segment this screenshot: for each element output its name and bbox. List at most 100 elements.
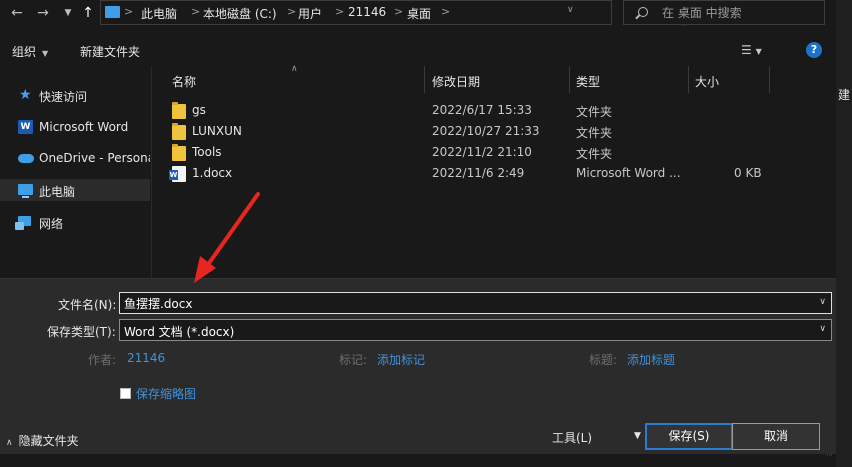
file-date: 2022/11/2 21:10 <box>432 145 532 159</box>
file-row[interactable]: 1.docx 2022/11/6 2:49 Microsoft Word ...… <box>152 163 836 184</box>
organize-label: 组织 <box>12 45 37 59</box>
background-window-text: 建 <box>838 88 851 102</box>
breadcrumb-item[interactable]: 此电脑 <box>141 5 177 22</box>
cancel-button[interactable]: 取消 <box>732 423 820 450</box>
nav-item-label: OneDrive - Persona <box>39 151 150 165</box>
breadcrumb-item[interactable]: 本地磁盘 (C:) <box>203 5 277 22</box>
word-doc-icon <box>169 166 186 182</box>
column-divider[interactable] <box>769 66 770 93</box>
nav-item-label: 此电脑 <box>39 185 76 199</box>
nav-item-this-pc[interactable]: 此电脑 <box>0 179 150 201</box>
window-edge-strip <box>836 0 852 467</box>
save-thumbnail-checkbox[interactable] <box>120 388 131 399</box>
file-row[interactable]: gs 2022/6/17 15:33 文件夹 <box>152 100 836 121</box>
chevron-down-icon: ▼ <box>42 49 49 58</box>
star-icon: ★ <box>19 87 32 103</box>
nav-item-microsoft-word[interactable]: W Microsoft Word <box>0 116 150 138</box>
column-divider[interactable] <box>688 66 689 93</box>
file-name: 1.docx <box>192 166 233 180</box>
breadcrumb-item[interactable]: 21146 <box>348 5 386 19</box>
up-arrow-icon[interactable]: ↑ <box>78 3 98 23</box>
breadcrumb-separator-icon[interactable]: > <box>335 5 344 18</box>
chevron-down-icon[interactable]: ∨ <box>819 297 826 307</box>
author-value[interactable]: 21146 <box>127 351 165 365</box>
breadcrumb-separator-icon[interactable]: > <box>191 5 200 18</box>
add-tags-link[interactable]: 添加标记 <box>377 351 425 368</box>
navigation-pane: ★ 快速访问 W Microsoft Word OneDrive - Perso… <box>0 66 150 278</box>
file-size: 0 KB <box>734 166 762 180</box>
chevron-down-icon: ▼ <box>755 47 762 56</box>
column-header-type[interactable]: 类型 <box>576 73 600 99</box>
word-icon: W <box>18 120 33 134</box>
back-arrow-icon[interactable]: ← <box>7 3 27 23</box>
column-header-size[interactable]: 大小 <box>695 73 719 99</box>
nav-item-onedrive[interactable]: OneDrive - Persona <box>0 147 150 169</box>
file-row[interactable]: Tools 2022/11/2 21:10 文件夹 <box>152 142 836 163</box>
search-input[interactable] <box>662 4 812 22</box>
filename-input[interactable] <box>124 295 804 311</box>
filename-combobox[interactable]: ∨ <box>119 292 832 314</box>
file-type: 文件夹 <box>576 105 613 119</box>
breadcrumb-separator-icon[interactable]: > <box>287 5 296 18</box>
file-type: 文件夹 <box>576 147 613 161</box>
chevron-up-icon: ∧ <box>6 438 13 448</box>
network-icon <box>15 216 31 230</box>
breadcrumb-separator-icon[interactable]: > <box>394 5 403 18</box>
address-bar-row: ← → ▼ ↑ > 此电脑 > 本地磁盘 (C:) > 用户 > 21146 >… <box>0 0 852 27</box>
file-name: gs <box>192 103 206 117</box>
column-header-date[interactable]: 修改日期 <box>432 73 480 99</box>
nav-item-label: Microsoft Word <box>39 120 129 134</box>
address-dropdown-icon[interactable]: ∨ <box>567 5 574 15</box>
author-label: 作者: <box>88 353 117 367</box>
file-name: Tools <box>192 145 222 159</box>
resize-grip-icon[interactable]: ⋯ <box>826 451 833 459</box>
save-thumbnail-label[interactable]: 保存缩略图 <box>136 385 196 402</box>
filename-label: 文件名(N): <box>58 298 117 312</box>
add-title-link[interactable]: 添加标题 <box>627 351 675 368</box>
forward-arrow-icon[interactable]: → <box>33 3 53 23</box>
file-date: 2022/10/27 21:33 <box>432 124 540 138</box>
folder-icon <box>172 102 186 119</box>
file-list: ∧ 名称 修改日期 类型 大小 gs 2022/6/17 15:33 文件夹 L… <box>152 64 836 278</box>
file-date: 2022/11/6 2:49 <box>432 166 525 180</box>
column-divider[interactable] <box>424 66 425 93</box>
file-name: LUNXUN <box>192 124 242 138</box>
search-box[interactable] <box>623 0 825 25</box>
recent-locations-chevron-icon[interactable]: ▼ <box>58 3 78 23</box>
file-type: Microsoft Word ... <box>576 166 681 180</box>
view-options-button[interactable]: ☰ ▼ <box>741 43 762 57</box>
search-icon <box>638 7 648 17</box>
breadcrumb-separator-icon[interactable]: > <box>124 5 133 18</box>
save-button[interactable]: 保存(S) <box>645 423 733 450</box>
command-toolbar: 组织 ▼ 新建文件夹 ☰ ▼ ? <box>0 35 836 65</box>
folder-icon <box>172 144 186 161</box>
tools-menu-button[interactable]: 工具(L) <box>552 429 592 446</box>
save-options-panel: 文件名(N): ∨ 保存类型(T): Word 文档 (*.docx) ∨ 作者… <box>0 278 836 459</box>
column-header-name[interactable]: 名称 <box>172 73 196 99</box>
hide-folders-label: 隐藏文件夹 <box>18 434 79 448</box>
new-folder-button[interactable]: 新建文件夹 <box>80 43 140 60</box>
chevron-down-icon: ∨ <box>819 324 826 334</box>
breadcrumb-separator-icon[interactable]: > <box>441 5 450 18</box>
nav-item-label: 网络 <box>39 217 64 231</box>
folder-icon <box>172 123 186 140</box>
column-divider[interactable] <box>569 66 570 93</box>
breadcrumb-item[interactable]: 用户 <box>298 5 322 22</box>
nav-item-label: 快速访问 <box>39 90 88 104</box>
file-row[interactable]: LUNXUN 2022/10/27 21:33 文件夹 <box>152 121 836 142</box>
hide-folders-button[interactable]: ∧ 隐藏文件夹 <box>6 432 79 449</box>
chevron-down-icon[interactable]: ▼ <box>634 431 641 441</box>
title-label: 标题: <box>589 353 618 367</box>
filetype-value: Word 文档 (*.docx) <box>124 325 235 339</box>
breadcrumb-item[interactable]: 桌面 <box>407 5 431 22</box>
sort-ascending-icon: ∧ <box>291 64 298 74</box>
filetype-label: 保存类型(T): <box>47 325 116 339</box>
file-date: 2022/6/17 15:33 <box>432 103 532 117</box>
help-icon[interactable]: ? <box>806 42 822 58</box>
organize-menu-button[interactable]: 组织 ▼ <box>12 43 48 60</box>
filetype-select[interactable]: Word 文档 (*.docx) ∨ <box>119 319 832 341</box>
nav-item-network[interactable]: 网络 <box>0 211 150 233</box>
breadcrumb[interactable]: > 此电脑 > 本地磁盘 (C:) > 用户 > 21146 > 桌面 > ∨ … <box>100 0 705 26</box>
nav-item-quick-access[interactable]: ★ 快速访问 <box>0 84 150 106</box>
file-type: 文件夹 <box>576 126 613 140</box>
